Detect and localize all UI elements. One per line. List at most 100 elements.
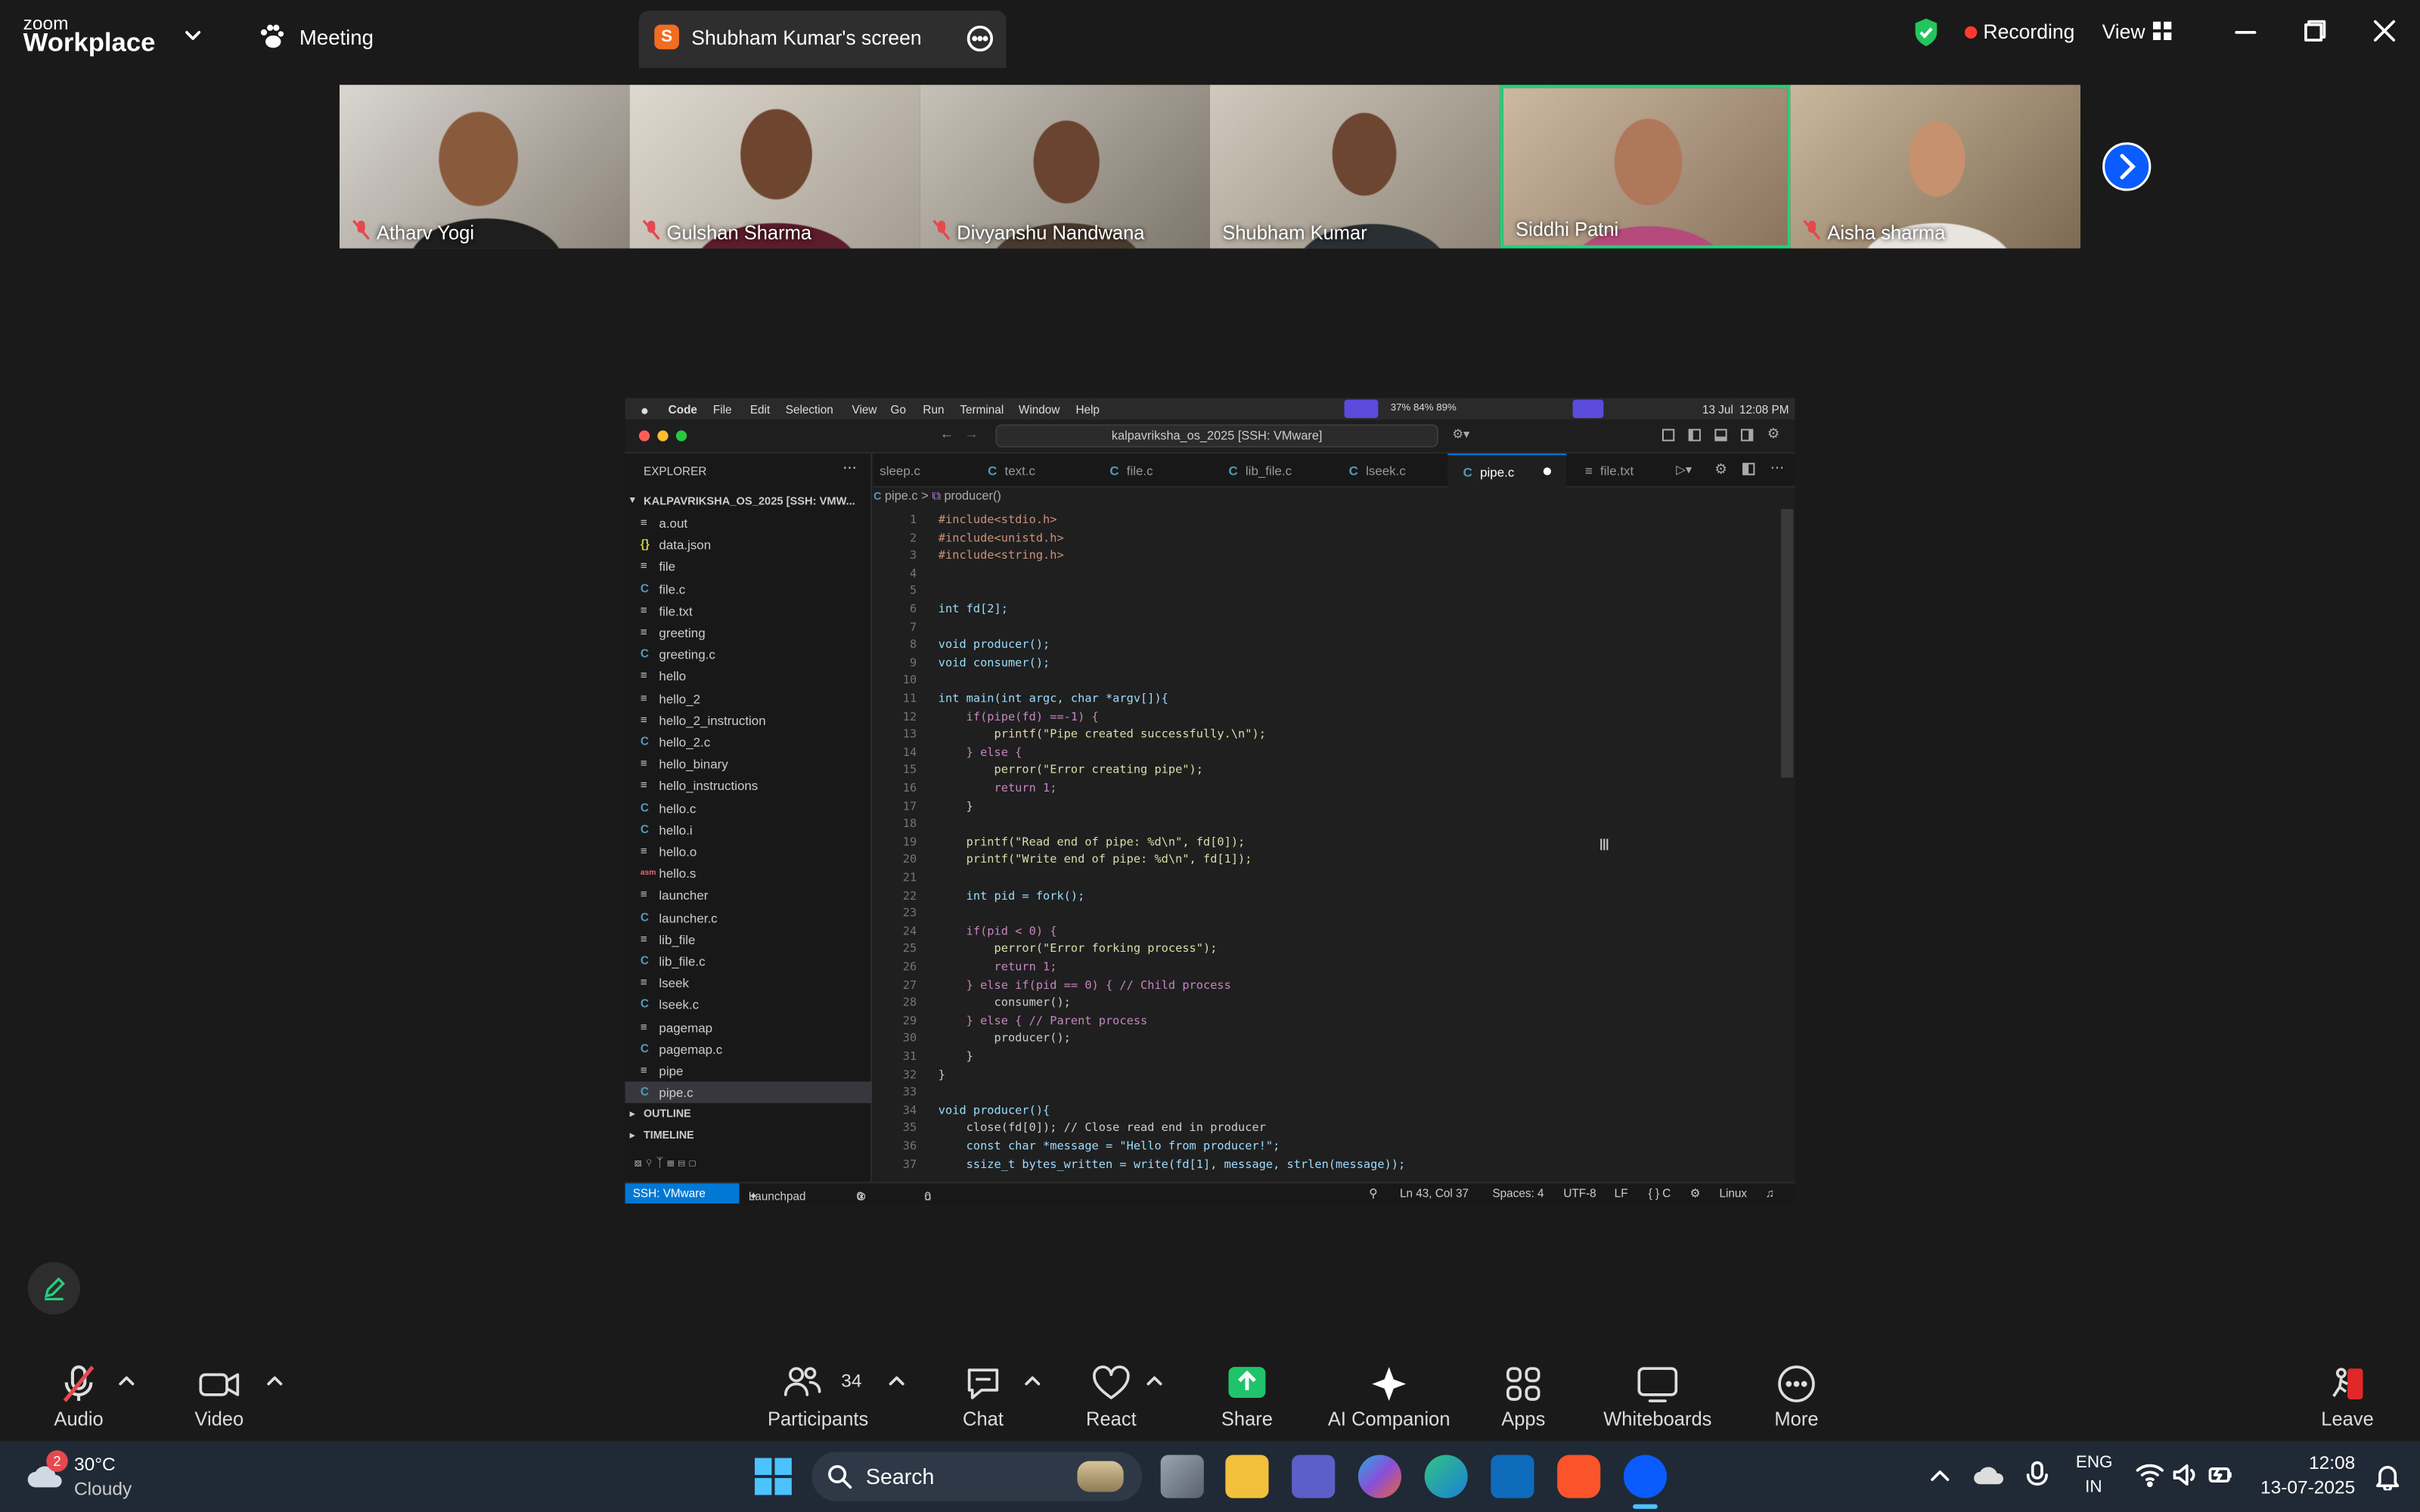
window-zoom-icon[interactable] [675,430,687,442]
code-line[interactable]: return 1; [939,781,1056,795]
file-item[interactable]: Cpipe.c [625,1081,873,1104]
menu-terminal[interactable]: Terminal [960,403,1004,417]
cursor-position[interactable]: Ln 43, Col 37 [1400,1186,1469,1200]
file-item[interactable]: Cpagemap.c [625,1038,873,1060]
code-line[interactable]: int pid = fork(); [939,888,1085,902]
run-icon[interactable]: ▷▾ [1676,463,1692,476]
file-item[interactable]: Chello.i [625,819,873,841]
code-line[interactable]: perror("Error creating pipe"); [939,763,1202,776]
video-options-chevron-icon[interactable] [265,1373,284,1388]
menu-view[interactable]: View [852,403,877,417]
language-top[interactable]: ENG [2076,1453,2113,1471]
code-line[interactable]: #include<stdio.h> [939,513,1057,526]
file-item[interactable]: ≡ lib_file [625,928,873,950]
code-line[interactable]: void producer(){ [939,1103,1050,1117]
edge-browser-icon[interactable] [1424,1455,1468,1498]
code-line[interactable]: void consumer(); [939,655,1050,669]
shared-screen-tab[interactable]: S Shubham Kumar's screen [638,11,1007,68]
language-bottom[interactable]: IN [2085,1478,2102,1496]
audio-button[interactable]: Audio [33,1361,125,1438]
view-button[interactable]: View [2102,18,2180,49]
editor-tab[interactable]: ≡ file.txt [1569,454,1671,488]
brave-browser-icon[interactable] [1557,1455,1601,1498]
onedrive-cloud-icon[interactable] [1972,1463,2006,1488]
code-line[interactable]: #include<string.h> [939,548,1064,562]
testing-icon[interactable]: ▢ [689,1156,697,1170]
participant-tile[interactable]: Gulshan Sharma [629,85,920,249]
code-line[interactable]: } [939,798,973,812]
timeline-section[interactable]: TIMELINE [644,1131,694,1142]
participants-button[interactable]: 34 Participants [764,1361,872,1438]
nav-forward-icon[interactable]: → [965,426,979,441]
leave-button[interactable]: Leave [2309,1361,2386,1438]
ai-companion-button[interactable]: AI Companion [1327,1361,1450,1438]
encoding[interactable]: UTF-8 [1563,1186,1596,1200]
code-line[interactable]: void producer(); [939,637,1050,651]
menu-go[interactable]: Go [891,403,906,417]
file-item[interactable]: ≡ hello.o [625,841,873,863]
window-minimize-icon[interactable] [657,430,669,442]
participant-tile[interactable]: Shubham Kumar [1209,85,1500,249]
file-item[interactable]: ≡ pipe [625,1060,873,1082]
teams-icon[interactable] [1292,1455,1336,1498]
code-line[interactable]: producer(); [939,1031,1070,1045]
next-page-arrow-icon[interactable] [2102,142,2152,191]
code-editor[interactable]: 1 #include<stdio.h> 2 #include<unistd.h> 3 #i… [873,509,1784,1176]
indentation[interactable]: Spaces: 4 [1492,1186,1544,1200]
copilot-icon[interactable] [1357,1455,1402,1498]
clock-date[interactable]: 13-07-2025 [2255,1476,2355,1498]
minimize-icon[interactable] [2235,22,2257,44]
code-line[interactable]: } else if(pid == 0) { // Child process [939,978,1231,991]
line-ending[interactable]: LF [1615,1186,1628,1200]
code-line[interactable]: } [939,1049,973,1063]
copilot-status-icon[interactable]: ⚙ [1690,1186,1701,1200]
file-item[interactable]: ≡ greeting [625,621,873,643]
audio-options-chevron-icon[interactable] [117,1373,135,1388]
workspace-folder[interactable]: KALPAVRIKSHA_OS_2025 [SSH: VMW... [644,494,855,507]
unsaved-dot-icon[interactable] [1543,467,1552,476]
file-item[interactable]: ≡ a.out [625,513,873,534]
editor-tab[interactable]: Clib_file.c [1213,454,1330,488]
file-explorer-icon[interactable] [1225,1455,1269,1498]
editor-tab[interactable]: Cfile.c [1094,454,1210,488]
chat-button[interactable]: Chat [945,1361,1022,1438]
code-line[interactable]: } else { // Parent process [939,1013,1148,1027]
accounts-gear-icon[interactable]: ⚙ [1767,426,1779,442]
outline-section[interactable]: OUTLINE [644,1109,691,1120]
remote-explorer-icon[interactable]: ▤ [678,1156,685,1170]
participant-tile[interactable]: Atharv Yogi [339,85,630,249]
code-line[interactable]: const char *message = "Hello from produc… [939,1139,1280,1152]
toggle-sidebar-icon[interactable] [1688,429,1701,442]
participant-tile-active-speaker[interactable]: Siddhi Patni [1500,85,1791,249]
weather-widget[interactable]: 2 30°C Cloudy [25,1447,164,1506]
folder-chevron-icon[interactable]: ▾ [630,494,635,506]
file-item[interactable]: ≡ hello_2 [625,687,873,709]
code-line[interactable]: printf("Write end of pipe: %d\n", fd[1])… [939,852,1252,866]
restore-icon[interactable] [2304,20,2326,42]
file-item[interactable]: ≡ hello_instructions [625,775,873,797]
clock-time[interactable]: 12:08 [2303,1452,2355,1473]
code-line[interactable]: printf("Read end of pipe: %d\n", fd[0]); [939,835,1246,848]
notification-bell-icon[interactable] [2374,1463,2402,1491]
menu-window[interactable]: Window [1019,403,1060,417]
share-button[interactable]: Share [1208,1361,1286,1438]
participant-tile[interactable]: Divyanshu Nandwana [920,85,1210,249]
battery-charging-icon[interactable] [2207,1461,2235,1489]
more-button[interactable]: More [1758,1361,1835,1438]
video-button[interactable]: Video [173,1361,265,1438]
react-options-chevron-icon[interactable] [1145,1373,1163,1388]
editor-tab[interactable]: Cpipe.c [1447,453,1567,488]
recording-indicator[interactable]: Recording [1964,18,2076,49]
code-line[interactable]: } [939,1067,945,1080]
chat-options-chevron-icon[interactable] [1023,1373,1041,1388]
breadcrumb-file[interactable]: pipe.c [885,489,918,503]
nav-back-icon[interactable]: ← [940,426,954,441]
toggle-secondary-sidebar-icon[interactable] [1741,429,1754,442]
task-view-icon[interactable] [1160,1455,1204,1498]
file-item[interactable]: ≡ lseek [625,972,873,994]
toggle-panel-icon[interactable] [1714,429,1727,442]
annotate-button[interactable] [27,1262,81,1315]
more-options-icon[interactable] [966,25,994,53]
menu-help[interactable]: Help [1075,403,1100,417]
code-line[interactable]: close(fd[0]); // Close read end in produ… [939,1120,1266,1134]
